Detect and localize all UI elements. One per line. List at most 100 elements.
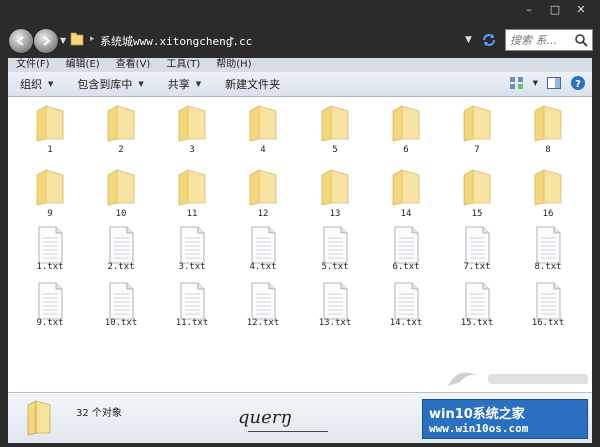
text-file-icon	[38, 282, 63, 320]
folder-icon	[36, 169, 64, 206]
file-item[interactable]: 8.txt	[518, 219, 578, 275]
menu-tools[interactable]: 工具(T)	[158, 58, 208, 72]
new-folder-button[interactable]: 新建文件夹	[213, 76, 292, 92]
preview-pane-icon[interactable]	[546, 75, 562, 91]
chevron-down-icon: ▼	[48, 80, 54, 88]
folder-item[interactable]: 1	[20, 97, 80, 155]
text-file-icon	[109, 226, 134, 264]
item-label: 14	[400, 209, 412, 219]
menu-edit[interactable]: 编辑(E)	[58, 58, 108, 72]
view-options-icon[interactable]	[509, 75, 525, 91]
new-folder-label: 新建文件夹	[225, 78, 281, 91]
folder-icon	[321, 105, 349, 142]
file-item[interactable]: 10.txt	[91, 275, 151, 331]
file-item[interactable]: 6.txt	[376, 219, 436, 275]
folder-item[interactable]: 5	[305, 97, 365, 155]
item-label: 7.txt	[463, 262, 491, 272]
item-label: 9	[47, 209, 53, 219]
item-label: 16	[542, 209, 554, 219]
breadcrumb-separator-end[interactable]: ▸	[230, 34, 235, 44]
folder-item[interactable]: 4	[233, 97, 293, 155]
item-label: 15.txt	[460, 318, 494, 328]
folder-item[interactable]: 14	[376, 161, 436, 219]
item-label: 13.txt	[318, 318, 352, 328]
text-file-icon	[536, 226, 561, 264]
item-label: 15	[471, 209, 483, 219]
breadcrumb-separator[interactable]: ▸	[90, 34, 95, 44]
file-list-view[interactable]: 1 2 3 4 5 6 7 8 9 10 11 12 13 14 15 16 1.txt 2.txt 3.txt 4.…	[8, 97, 592, 392]
folder-icon	[463, 169, 491, 206]
file-item[interactable]: 16.txt	[518, 275, 578, 331]
menu-help[interactable]: 帮助(H)	[208, 58, 259, 72]
chevron-down-icon: ▼	[138, 80, 144, 88]
minimize-button[interactable]: –	[516, 0, 542, 18]
text-file-icon	[394, 282, 419, 320]
file-item[interactable]: 14.txt	[376, 275, 436, 331]
folder-icon	[534, 169, 562, 206]
recent-pages-dropdown[interactable]: ▼	[60, 36, 66, 45]
item-label: 12	[257, 209, 269, 219]
organize-button[interactable]: 组织 ▼	[8, 76, 65, 92]
folder-item[interactable]: 11	[162, 161, 222, 219]
file-item[interactable]: 9.txt	[20, 275, 80, 331]
file-item[interactable]: 7.txt	[447, 219, 507, 275]
file-item[interactable]: 5.txt	[305, 219, 365, 275]
svg-text:?: ?	[575, 79, 581, 90]
folder-icon	[534, 105, 562, 142]
file-item[interactable]: 1.txt	[20, 219, 80, 275]
folder-icon	[463, 105, 491, 142]
text-file-icon	[394, 226, 419, 264]
file-item[interactable]: 15.txt	[447, 275, 507, 331]
item-label: 12.txt	[246, 318, 280, 328]
menu-file[interactable]: 文件(F)	[8, 58, 58, 72]
signature: querŋ	[238, 407, 292, 428]
item-label: 13	[329, 209, 341, 219]
arrow-left-icon	[16, 36, 24, 46]
folder-item[interactable]: 16	[518, 161, 578, 219]
folder-item[interactable]: 6	[376, 97, 436, 155]
folder-item[interactable]: 2	[91, 97, 151, 155]
text-file-icon	[38, 226, 63, 264]
refresh-icon[interactable]	[481, 32, 497, 48]
address-dropdown[interactable]: ▼	[465, 35, 472, 45]
arrow-right-icon	[43, 36, 51, 46]
item-label: 4.txt	[249, 262, 277, 272]
text-file-icon	[109, 282, 134, 320]
folder-item[interactable]: 8	[518, 97, 578, 155]
help-icon[interactable]: ?	[570, 75, 586, 91]
text-file-icon	[536, 282, 561, 320]
file-item[interactable]: 4.txt	[233, 219, 293, 275]
share-button[interactable]: 共享 ▼	[156, 76, 213, 92]
folder-item[interactable]: 13	[305, 161, 365, 219]
menu-bar: 文件(F) 编辑(E) 查看(V) 工具(T) 帮助(H)	[8, 58, 592, 72]
file-item[interactable]: 3.txt	[162, 219, 222, 275]
search-input[interactable]	[510, 32, 572, 48]
file-item[interactable]: 2.txt	[91, 219, 151, 275]
folder-item[interactable]: 12	[233, 161, 293, 219]
back-button[interactable]	[8, 28, 34, 54]
caption-buttons: – □ ✕	[516, 0, 594, 18]
folder-icon	[249, 105, 277, 142]
folder-item[interactable]: 9	[20, 161, 80, 219]
close-button[interactable]: ✕	[568, 0, 594, 18]
menu-view[interactable]: 查看(V)	[108, 58, 159, 72]
file-item[interactable]: 12.txt	[233, 275, 293, 331]
folder-item[interactable]: 15	[447, 161, 507, 219]
view-options-dropdown[interactable]: ▼	[533, 79, 538, 87]
command-bar: 组织 ▼ 包含到库中 ▼ 共享 ▼ 新建文件夹 ▼ ?	[8, 72, 592, 97]
search-icon[interactable]	[574, 33, 588, 47]
folder-item[interactable]: 10	[91, 161, 151, 219]
include-in-library-button[interactable]: 包含到库中 ▼	[65, 76, 155, 92]
file-item[interactable]: 11.txt	[162, 275, 222, 331]
file-item[interactable]: 13.txt	[305, 275, 365, 331]
folder-item[interactable]: 7	[447, 97, 507, 155]
item-label: 8	[545, 145, 551, 155]
folder-item[interactable]: 3	[162, 97, 222, 155]
folder-icon	[249, 169, 277, 206]
item-count: 32 个对象	[76, 408, 122, 419]
text-file-icon	[323, 282, 348, 320]
forward-button[interactable]	[33, 28, 59, 54]
maximize-button[interactable]: □	[542, 0, 568, 18]
site-badge-url: www.win10os.com	[429, 422, 529, 435]
text-file-icon	[251, 226, 276, 264]
